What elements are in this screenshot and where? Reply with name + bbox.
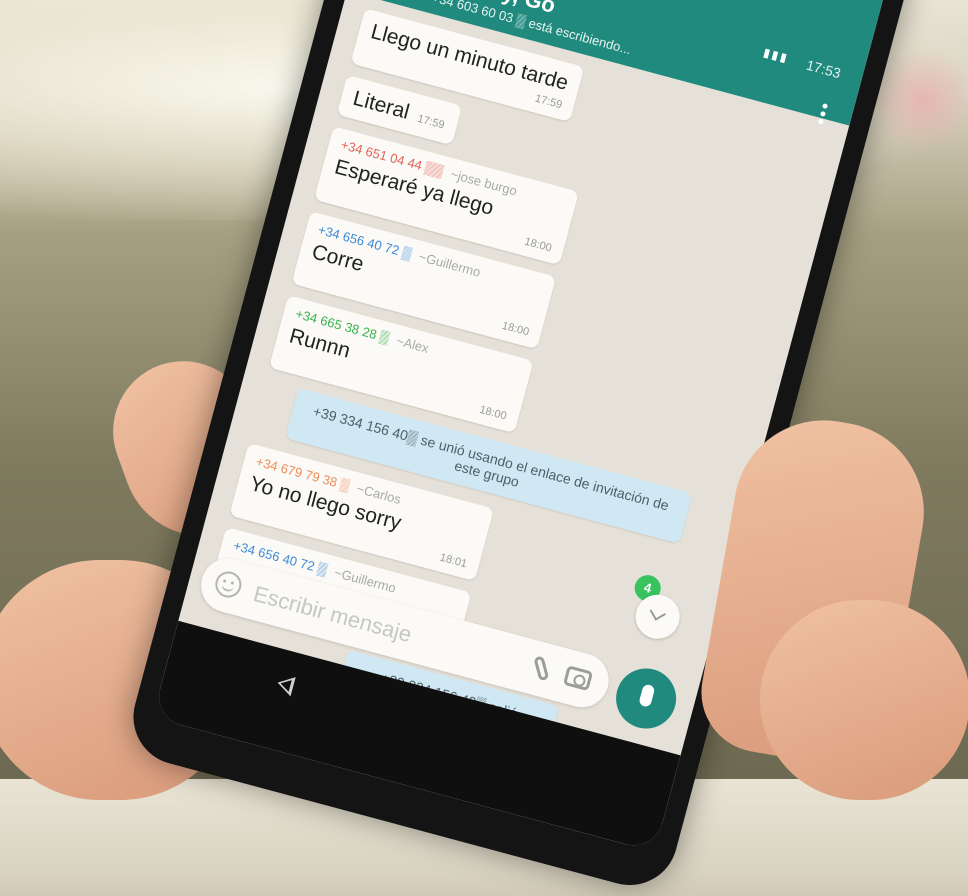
emoji-icon[interactable]: [212, 568, 245, 601]
right-palm: [760, 600, 968, 800]
status-time: 17:53: [804, 56, 843, 82]
background-blur-pink: [878, 40, 968, 160]
message-time: 17:59: [415, 112, 446, 132]
paperclip-icon[interactable]: [533, 655, 550, 682]
more-vertical-icon[interactable]: [813, 99, 830, 131]
back-icon[interactable]: [275, 672, 296, 697]
message-text: Literal 17:59: [350, 86, 448, 135]
signal-battery-icon: ▮▮▮: [761, 45, 791, 66]
camera-icon[interactable]: [562, 665, 594, 692]
message-text-value: Literal: [350, 86, 412, 124]
